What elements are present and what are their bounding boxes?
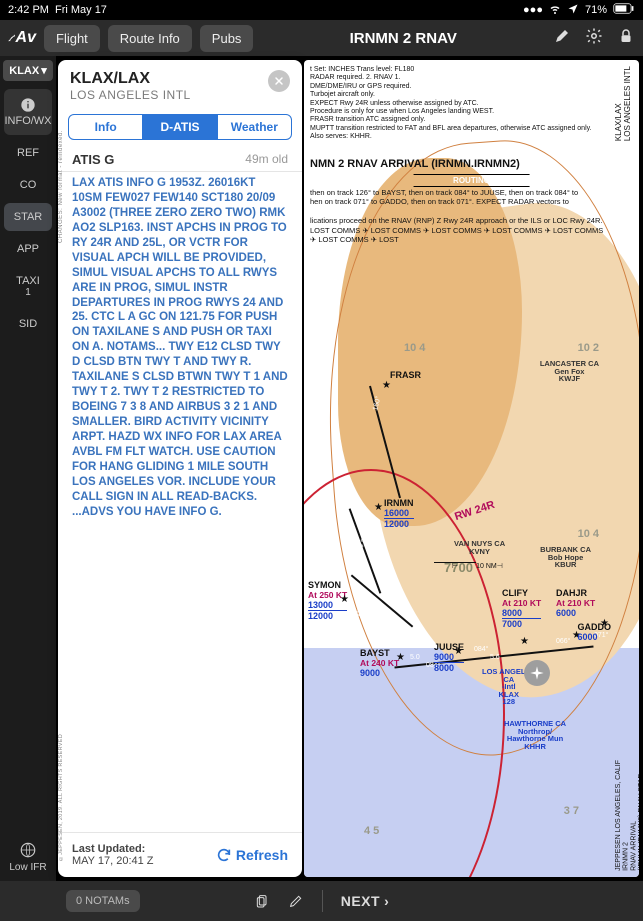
battery-icon [613, 3, 635, 17]
panel-airport-name: LOS ANGELES INTL [70, 88, 191, 102]
terrain-elev-c: 10 4 [578, 528, 599, 540]
ownship-icon [524, 660, 550, 686]
seg-datis[interactable]: D-ATIS [142, 115, 216, 139]
next-button[interactable]: NEXT › [341, 893, 390, 909]
gear-icon[interactable] [585, 27, 603, 50]
status-bar: 2:42 PM Fri May 17 ●●● 71% [0, 0, 643, 20]
chart-plate[interactable]: KLAX/LAXLOS ANGELES INTL JEPPESEN LOS AN… [304, 60, 639, 877]
airport-hawthorne: HAWTHORNE CANorthrop/Hawthorne MunKHHR [504, 720, 566, 750]
chart-routing-text: then on track 126° to BAYST, then on tra… [310, 188, 611, 244]
fix-dahjr: DAHJR At 210 KT 6000 [556, 588, 595, 618]
refresh-button[interactable]: Refresh [216, 847, 288, 863]
terrain-elev-d: 4 5 [364, 825, 379, 837]
airport-selector[interactable]: KLAX ▾ [3, 60, 52, 81]
seg-info[interactable]: Info [69, 115, 142, 139]
bottom-bar: 0 NOTAMs NEXT › [0, 881, 643, 921]
tab-pubs[interactable]: Pubs [200, 25, 254, 52]
tab-flight[interactable]: Flight [44, 25, 100, 52]
lock-icon[interactable] [617, 27, 635, 50]
panel-airport-code: KLAX/LAX [70, 70, 191, 88]
last-updated-value: MAY 17, 20:41 Z [72, 855, 154, 867]
sidebar-item-taxi[interactable]: TAXI 1 [4, 267, 52, 306]
chart-side-bottom: JEPPESEN LOS ANGELES, CALIF IRNMN 2 RNAV… [615, 760, 635, 871]
atis-body[interactable]: LAX ATIS INFO G 1953Z. 26016KT 10SM FEW0… [58, 171, 302, 833]
pencil-icon[interactable] [288, 893, 304, 909]
seg-weather[interactable]: Weather [217, 115, 291, 139]
chevron-down-icon: ▾ [41, 64, 47, 77]
top-nav: Av Flight Route Info Pubs IRNMN 2 RNAV [0, 20, 643, 56]
atis-name: ATIS G [72, 152, 114, 167]
highlight-icon[interactable] [553, 27, 571, 50]
terrain-elev-b: 10 2 [578, 342, 599, 354]
fix-frasr: FRASR [390, 370, 421, 380]
close-button[interactable] [268, 70, 290, 92]
last-updated-label: Last Updated: [72, 843, 154, 855]
tab-route-info[interactable]: Route Info [108, 25, 192, 52]
atis-age: 49m old [245, 152, 288, 167]
chart-side-title: KLAX/LAXLOS ANGELES INTL [615, 66, 635, 141]
chart-routing-label: ROUTING [413, 174, 530, 187]
copy-icon[interactable] [254, 893, 270, 909]
fix-clify: CLIFY At 210 KT 8000 7000 [502, 588, 541, 629]
status-time: 2:42 PM [8, 4, 49, 16]
changes-label: CHANGES: New format - reindexed. [58, 130, 64, 243]
sidebar-item-ref[interactable]: REF [4, 139, 52, 167]
signal-icon: ●●● [523, 4, 543, 16]
terrain-elev-e: 3 7 [564, 805, 579, 817]
chevron-right-icon: › [384, 893, 389, 909]
sidebar-item-star[interactable]: STAR [4, 203, 52, 231]
sidebar-item-infowx[interactable]: INFO/WX [4, 89, 52, 135]
app-logo-icon[interactable]: Av [8, 24, 36, 52]
sidebar-item-co[interactable]: CO [4, 171, 52, 199]
chart-header-notes: t Set: INCHES Trans level: FL180RADAR re… [310, 66, 611, 142]
fix-bayst: BAYST At 240 KT 9000 [360, 648, 399, 678]
airport-vannuys: VAN NUYS CAKVNY [454, 540, 505, 555]
wifi-icon [549, 3, 561, 18]
fix-irnmn: IRNMN 16000 12000 [384, 498, 414, 529]
sidebar-item-sid[interactable]: SID [4, 310, 52, 338]
sidebar-item-app[interactable]: APP [4, 235, 52, 263]
atis-text: LAX ATIS INFO G 1953Z. 26016KT 10SM FEW0… [72, 176, 288, 520]
sidebar: KLAX ▾ INFO/WX REF CO STAR APP TAXI 1 SI… [0, 56, 56, 881]
airport-lancaster: LANCASTER CAGen FoxKWJF [540, 360, 599, 383]
terrain-elev-a: 10 4 [404, 342, 425, 354]
panel-segmented-control: Info D-ATIS Weather [68, 114, 292, 140]
copyright-label: ©JEPPESEN, 2019. ALL RIGHTS RESERVED [58, 734, 64, 861]
page-title: IRNMN 2 RNAV [261, 30, 545, 47]
location-icon [567, 3, 579, 18]
battery-text: 71% [585, 4, 607, 16]
scale-bar: ⊢10 NM⊣ [434, 562, 503, 570]
airport-burbank: BURBANK CABob HopeKBUR [540, 546, 591, 569]
airport-info-panel: KLAX/LAX LOS ANGELES INTL Info D-ATIS We… [58, 60, 302, 877]
status-date: Fri May 17 [55, 4, 107, 16]
notams-button[interactable]: 0 NOTAMs [66, 890, 140, 912]
sidebar-low-ifr[interactable]: Low IFR [4, 833, 52, 881]
airport-code: KLAX [9, 65, 39, 77]
chart-arrival-title: NMN 2 RNAV ARRIVAL (IRNMN.IRNMN2) [310, 158, 520, 170]
